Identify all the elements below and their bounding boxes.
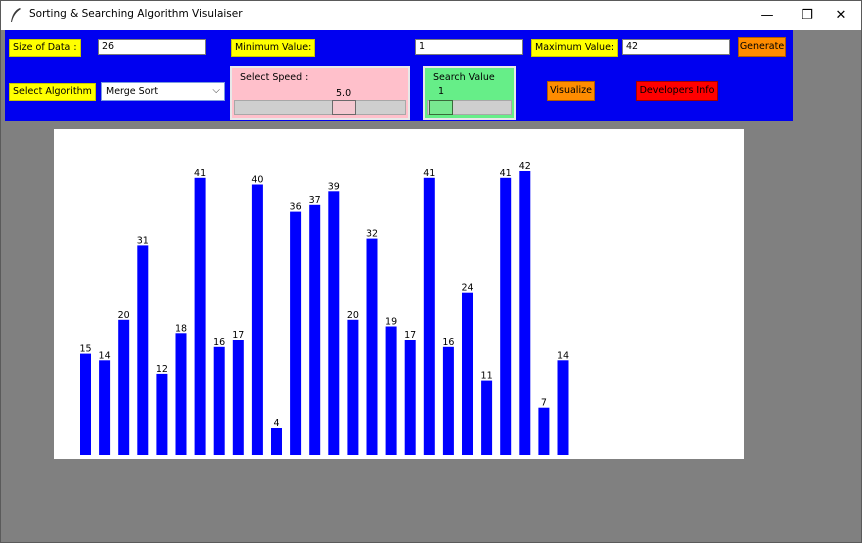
- close-button[interactable]: ✕: [821, 1, 861, 30]
- bar: [538, 407, 550, 455]
- search-slider-handle[interactable]: [429, 100, 453, 115]
- bar-value-label: 40: [251, 175, 263, 186]
- bar-value-label: 12: [156, 364, 168, 375]
- size-input[interactable]: 26: [98, 39, 206, 55]
- algorithm-label: Select Algorithm: [9, 83, 96, 101]
- window-title: Sorting & Searching Algorithm Visulaiser: [29, 8, 243, 20]
- bar: [232, 340, 244, 455]
- developers-info-button[interactable]: Developers Info: [636, 81, 718, 101]
- bar: [423, 177, 435, 456]
- search-label: Search Value: [433, 72, 495, 83]
- visualize-button[interactable]: Visualize: [547, 81, 595, 101]
- bar: [404, 340, 416, 455]
- bar-value-label: 24: [461, 283, 473, 294]
- bar-value-label: 39: [328, 181, 340, 192]
- bar-chart: 15 14 20 31 12 18 41 16 17 40 4 36 37 39 20 32 19 17 41 16 2…: [79, 161, 569, 456]
- bar-value-label: 42: [519, 161, 531, 172]
- speed-panel: Select Speed : 5.0: [230, 66, 410, 120]
- bar: [481, 380, 493, 455]
- bar: [442, 346, 454, 455]
- bar-value-label: 20: [347, 310, 359, 321]
- bar: [290, 211, 302, 455]
- bar: [99, 360, 111, 455]
- bar-value-label: 19: [385, 317, 397, 328]
- bar-value-label: 14: [99, 350, 111, 361]
- restore-icon: ❐: [801, 8, 813, 23]
- speed-value: 5.0: [336, 88, 352, 99]
- speed-slider-handle[interactable]: [332, 100, 356, 115]
- bar: [118, 319, 130, 455]
- bar-value-label: 41: [194, 168, 206, 179]
- bar-value-label: 4: [273, 418, 279, 429]
- bar-value-label: 18: [175, 323, 187, 334]
- search-slider[interactable]: [427, 100, 512, 115]
- title-bar[interactable]: Sorting & Searching Algorithm Visulaiser…: [1, 1, 861, 30]
- bar: [462, 292, 473, 455]
- bar: [271, 428, 282, 455]
- bar: [309, 204, 321, 455]
- bar: [213, 346, 225, 455]
- bar-value-label: 17: [404, 330, 416, 341]
- bar-value-label: 37: [309, 195, 321, 206]
- bar-canvas: 15 14 20 31 12 18 41 16 17 40 4 36 37 39 20 32 19 17 41 16 2…: [54, 129, 744, 459]
- close-icon: ✕: [835, 8, 847, 23]
- chevron-down-icon[interactable]: ⌵: [212, 83, 220, 99]
- bar-value-label: 41: [423, 168, 435, 179]
- bar: [500, 177, 512, 456]
- bar: [194, 177, 206, 456]
- bar: [557, 360, 569, 455]
- bar: [80, 353, 91, 455]
- size-label: Size of Data :: [9, 39, 81, 57]
- bar-value-label: 16: [442, 337, 454, 348]
- bar-value-label: 36: [290, 202, 302, 213]
- search-value: 1: [438, 86, 445, 97]
- bar-value-label: 7: [541, 398, 547, 409]
- algorithm-select[interactable]: Merge Sort ⌵: [101, 82, 225, 101]
- bar: [175, 333, 187, 455]
- max-value-input[interactable]: 42: [622, 39, 730, 55]
- bar-value-label: 17: [232, 330, 244, 341]
- minimize-icon: —: [760, 8, 774, 23]
- speed-label: Select Speed :: [240, 72, 309, 83]
- search-panel: Search Value 1: [423, 66, 516, 120]
- bar: [347, 319, 359, 455]
- bar-value-label: 16: [213, 337, 225, 348]
- bar: [251, 184, 263, 455]
- bar-value-label: 32: [366, 229, 378, 240]
- bar-value-label: 31: [137, 235, 149, 246]
- bar: [385, 326, 397, 455]
- min-value-label: Minimum Value:: [231, 39, 316, 57]
- feather-icon: [11, 8, 21, 22]
- min-value-input[interactable]: 1: [415, 39, 523, 55]
- bar-value-label: 41: [500, 168, 512, 179]
- bar-value-label: 14: [557, 350, 569, 361]
- bar-value-label: 20: [118, 310, 130, 321]
- bar: [366, 238, 378, 455]
- bar: [519, 171, 531, 455]
- algorithm-selected: Merge Sort: [106, 86, 159, 97]
- app-window: Sorting & Searching Algorithm Visulaiser…: [0, 0, 862, 543]
- bar: [137, 245, 149, 455]
- max-value-label: Maximum Value:: [531, 39, 619, 57]
- bar: [328, 191, 340, 456]
- generate-button[interactable]: Generate: [738, 37, 786, 57]
- minimize-button[interactable]: —: [747, 1, 787, 30]
- bar: [156, 373, 168, 455]
- bar-value-label: 15: [79, 344, 91, 355]
- speed-slider[interactable]: [234, 100, 406, 115]
- control-panel: Size of Data : 26 Minimum Value: 1 Maxim…: [5, 30, 793, 121]
- bar-value-label: 11: [481, 371, 493, 382]
